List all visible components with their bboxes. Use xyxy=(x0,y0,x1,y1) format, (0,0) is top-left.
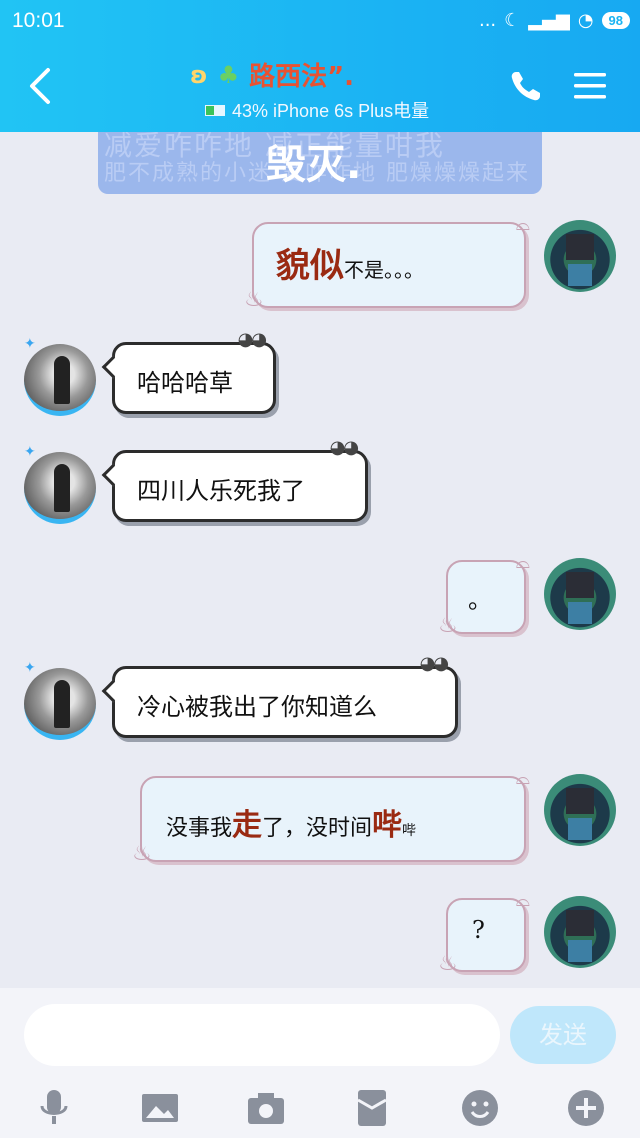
contact-avatar[interactable] xyxy=(24,452,96,524)
battery-small-icon xyxy=(205,104,225,116)
message-bubble-me[interactable]: ⌓ ♨ 貌似不是。。。 xyxy=(244,214,530,312)
message-bubble-me[interactable]: ⌓ ♨ ? xyxy=(438,890,530,976)
moon-icon: ☾ xyxy=(504,10,521,31)
my-avatar[interactable] xyxy=(544,558,616,630)
goggles-icon: ⌓ xyxy=(515,890,530,911)
wifi-icon: ◔ xyxy=(577,10,594,31)
message-text: 四川人乐死我了 xyxy=(137,477,305,505)
camera-icon[interactable] xyxy=(244,1086,288,1130)
message-bubble-other[interactable]: ◕◕ 哈哈哈草 xyxy=(101,329,276,414)
status-bar: 10:01 ... ☾ ▂▄▆ ◔ 98 xyxy=(0,0,640,44)
soap-icon: ♨ xyxy=(244,287,264,312)
back-arrow-icon[interactable] xyxy=(22,64,58,108)
message-input[interactable] xyxy=(24,1004,500,1066)
my-avatar[interactable] xyxy=(544,220,616,292)
send-button[interactable]: 发送 xyxy=(510,1006,616,1064)
bubble-tail xyxy=(101,355,125,379)
red-packet-icon[interactable] xyxy=(350,1086,394,1130)
scrolled-image-message[interactable]: 减爱咋咋地 减正能量咁我 肥不成熟的小迷 爱咋咋地 肥燥燥燥起来 毁灭. xyxy=(98,132,542,194)
sparkle-icon: ✦ xyxy=(24,444,36,460)
my-avatar[interactable] xyxy=(544,896,616,968)
goggles-icon: ⌓ xyxy=(515,768,530,789)
message-text: 没事我走了，没时间哔哔 xyxy=(166,808,417,843)
signal-icon: ▂▄▆ xyxy=(528,10,570,31)
soap-icon: ♨ xyxy=(438,613,458,638)
battery-level: 98 xyxy=(601,12,630,29)
device-status-text: 43% iPhone 6s Plus电量 xyxy=(232,101,430,121)
mic-icon[interactable] xyxy=(32,1086,76,1130)
goggles-icon: ⌓ xyxy=(515,214,530,235)
banner-title: 毁灭. xyxy=(266,142,362,188)
chat-header: 10:01 ... ☾ ▂▄▆ ◔ 98 ʚ ♣ 路西法”. 43% iPhon… xyxy=(0,0,640,132)
sparkle-icon: ✦ xyxy=(24,336,36,352)
soap-icon: ♨ xyxy=(438,951,458,976)
message-bubble-me[interactable]: ⌓ ♨ 没事我走了，没时间哔哔 xyxy=(132,768,530,866)
status-time: 10:01 xyxy=(12,9,65,32)
message-text: 哈哈哈草 xyxy=(137,369,233,397)
bubble-tail xyxy=(101,679,125,703)
menu-icon[interactable] xyxy=(572,70,608,102)
frog-eyes-icon: ◕◕ xyxy=(329,437,359,458)
message-text: ? xyxy=(472,916,485,944)
chat-toolbar xyxy=(0,1078,640,1138)
message-bubble-other[interactable]: ◕◕ 四川人乐死我了 xyxy=(101,437,368,522)
message-text: 。 xyxy=(468,586,492,614)
message-bubble-other[interactable]: ◕◕ 冷心被我出了你知道么 xyxy=(101,653,458,738)
bubble-tail xyxy=(101,463,125,487)
phone-call-icon[interactable] xyxy=(508,68,544,104)
sprout-icon: ♣ xyxy=(217,60,240,89)
plus-icon[interactable] xyxy=(564,1086,608,1130)
ear-icon: ʚ xyxy=(190,60,208,89)
emoji-icon[interactable] xyxy=(458,1086,502,1130)
status-icons: ... ☾ ▂▄▆ ◔ 98 xyxy=(479,10,630,31)
contact-name-text: 路西法”. xyxy=(249,62,355,92)
message-bubble-me[interactable]: ⌓ ♨ 。 xyxy=(438,552,530,638)
message-text: 貌似不是。。。 xyxy=(276,246,424,286)
soap-icon: ♨ xyxy=(132,841,152,866)
contact-avatar[interactable] xyxy=(24,668,96,740)
contact-avatar[interactable] xyxy=(24,344,96,416)
sparkle-icon: ✦ xyxy=(24,660,36,676)
contact-name[interactable]: ʚ ♣ 路西法”. xyxy=(190,56,354,93)
dots-indicator: ... xyxy=(478,10,497,31)
frog-eyes-icon: ◕◕ xyxy=(237,329,267,350)
device-status: 43% iPhone 6s Plus电量 xyxy=(205,97,429,123)
frog-eyes-icon: ◕◕ xyxy=(419,653,449,674)
my-avatar[interactable] xyxy=(544,774,616,846)
message-text: 冷心被我出了你知道么 xyxy=(137,693,377,721)
image-icon[interactable] xyxy=(138,1086,182,1130)
goggles-icon: ⌓ xyxy=(515,552,530,573)
